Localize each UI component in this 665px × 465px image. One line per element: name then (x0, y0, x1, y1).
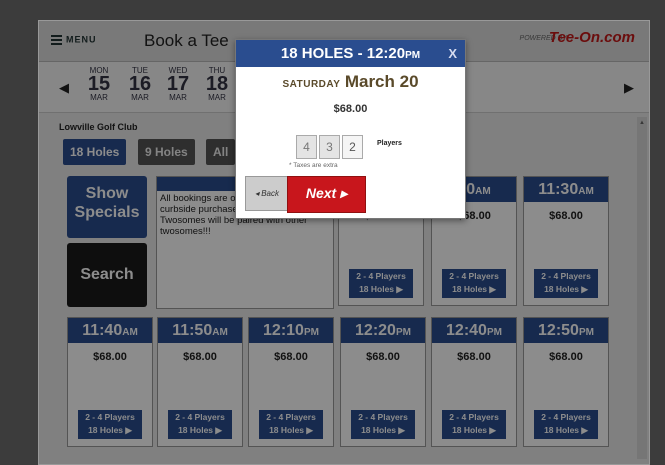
players-option-2[interactable]: 2 (342, 135, 363, 159)
close-icon[interactable]: X (448, 40, 457, 67)
players-label: Players (377, 140, 402, 147)
player-count-selector: 4 3 2 (296, 135, 365, 159)
players-option-3[interactable]: 3 (319, 135, 340, 159)
modal-title: 18 HOLES - 12:20 (280, 45, 406, 62)
modal-price: $68.00 (333, 103, 368, 115)
back-button[interactable]: ◂ Back (245, 176, 289, 211)
booking-modal: 18 HOLES - 12:20PM X SATURDAY March 20 $… (235, 39, 466, 219)
modal-date: SATURDAY March 20 (236, 72, 465, 92)
modal-weekday: SATURDAY (282, 79, 341, 90)
modal-day: March 20 (344, 72, 419, 91)
tax-note: * Taxes are extra (289, 162, 338, 169)
next-button[interactable]: Next ▸ (287, 176, 366, 213)
modal-header: 18 HOLES - 12:20PM X (236, 40, 465, 67)
modal-ampm: PM (405, 50, 421, 61)
players-option-4[interactable]: 4 (296, 135, 317, 159)
